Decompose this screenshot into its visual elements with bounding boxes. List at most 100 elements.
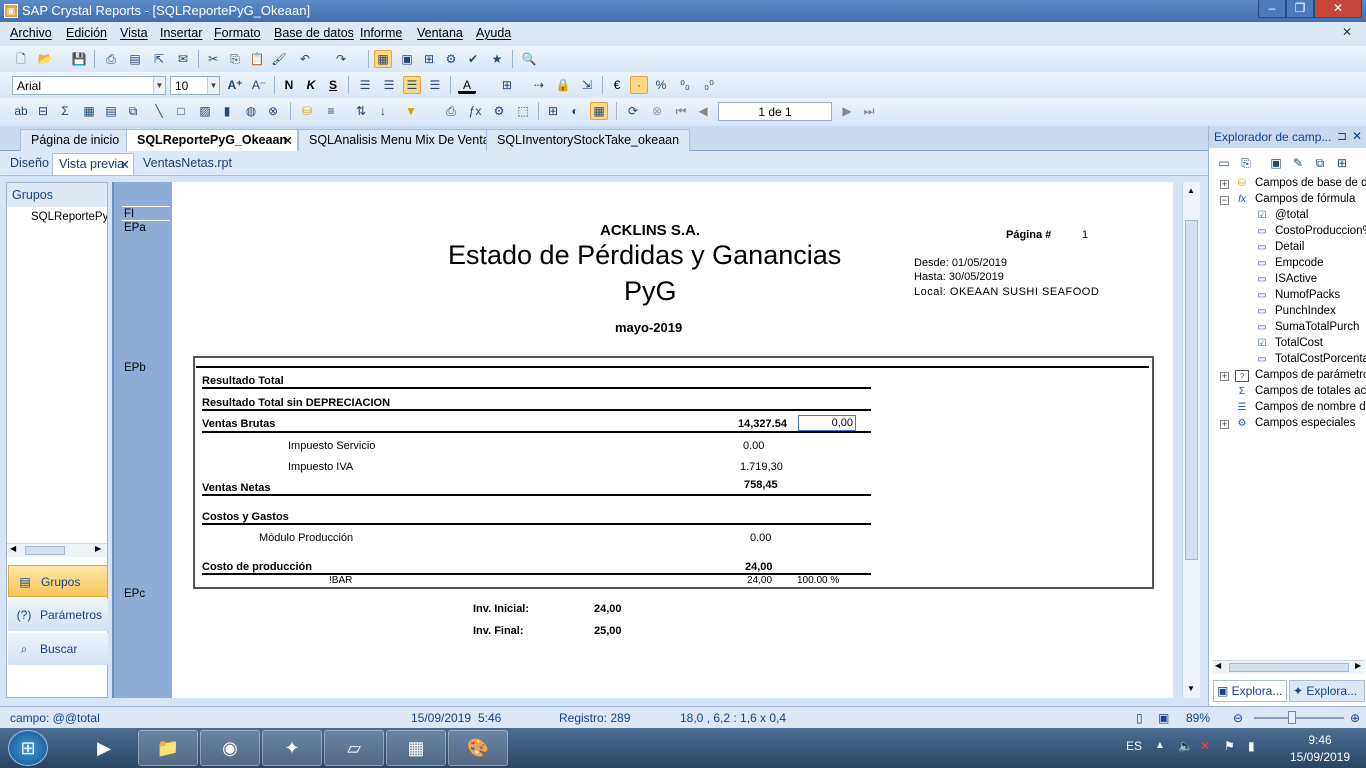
bold-icon[interactable]: N bbox=[280, 76, 298, 94]
lock-size-icon[interactable]: ⇲ bbox=[578, 76, 596, 94]
sort-expert-icon[interactable]: ⇅ bbox=[352, 102, 370, 120]
insert-subreport-icon[interactable]: ⧉ bbox=[124, 102, 142, 120]
close-tab-icon[interactable]: ✕ bbox=[283, 133, 293, 148]
tab-sqlinventory[interactable]: SQLInventoryStockTake_okeaan bbox=[486, 129, 691, 151]
align-left-icon[interactable]: ☰ bbox=[356, 76, 374, 94]
report-explorer-icon[interactable]: ⊞ bbox=[420, 50, 438, 68]
tree-group-name-fields[interactable]: ☰ Campos de nombre de bbox=[1209, 400, 1366, 416]
menu-formato[interactable]: Formato bbox=[214, 26, 261, 40]
tree-db-fields[interactable]: + ⛁ Campos de base de da bbox=[1209, 176, 1366, 192]
first-page-icon[interactable]: ⏮ bbox=[672, 102, 690, 120]
scroll-thumb[interactable] bbox=[1185, 220, 1198, 560]
insert-olap-icon[interactable]: ▤ bbox=[102, 102, 120, 120]
record-icon[interactable]: ▦ bbox=[590, 102, 608, 120]
nav-grupos-button[interactable]: ▤ Grupos bbox=[8, 565, 108, 597]
format-painter-icon[interactable]: 🖌 bbox=[270, 50, 288, 68]
italic-icon[interactable]: K bbox=[302, 76, 320, 94]
justify-icon[interactable]: ☰ bbox=[426, 76, 444, 94]
notepad-icon[interactable]: ▱ bbox=[324, 730, 384, 766]
two-page-icon[interactable]: ▣ bbox=[1158, 711, 1169, 725]
shrink-font-icon[interactable]: A⁻ bbox=[250, 76, 268, 94]
zoom-slider[interactable] bbox=[1254, 717, 1344, 719]
tree-field-total[interactable]: ☑ @total bbox=[1209, 208, 1366, 224]
tree-field-sumatotalpurch[interactable]: ▭ SumaTotalPurch bbox=[1209, 320, 1366, 336]
band-epb[interactable]: EPb bbox=[124, 362, 146, 374]
stop-icon[interactable]: ⊗ bbox=[648, 102, 666, 120]
zoom-in-icon[interactable]: ⊕ bbox=[1350, 711, 1360, 725]
mail-icon[interactable]: ✉ bbox=[174, 50, 192, 68]
save-icon[interactable]: 💾 bbox=[70, 50, 88, 68]
scroll-left-icon[interactable]: ◀ bbox=[10, 544, 16, 553]
cut-icon[interactable]: ✂ bbox=[204, 50, 222, 68]
insert-text-icon[interactable]: ab bbox=[12, 102, 30, 120]
print-preview-icon[interactable]: ▤ bbox=[126, 50, 144, 68]
firefox-icon[interactable]: ◉ bbox=[200, 730, 260, 766]
tree-field-costoproduccion[interactable]: ▭ CostoProduccion% bbox=[1209, 224, 1366, 240]
insert-crosstab-icon[interactable]: ▦ bbox=[80, 102, 98, 120]
signal-icon[interactable]: ▮ bbox=[1248, 739, 1255, 753]
thousands-icon[interactable]: · bbox=[630, 76, 648, 94]
calculator-icon[interactable]: ▦ bbox=[386, 730, 446, 766]
rename-icon[interactable]: ⊞ bbox=[1333, 154, 1351, 172]
nav-buscar-button[interactable]: ⌕ Buscar bbox=[8, 633, 108, 665]
tab-diseno[interactable]: Diseño bbox=[4, 153, 55, 175]
menu-informe[interactable]: Informe bbox=[360, 26, 402, 40]
tree-running-totals[interactable]: Σ Campos de totales acu bbox=[1209, 384, 1366, 400]
export-icon[interactable]: ⇱ bbox=[150, 50, 168, 68]
refresh-icon[interactable]: ⟳ bbox=[624, 102, 642, 120]
new-formula-icon[interactable]: ▣ bbox=[1267, 154, 1285, 172]
restore-button[interactable]: ❐ bbox=[1286, 0, 1314, 18]
insert-group-icon[interactable]: ⊟ bbox=[34, 102, 52, 120]
lock-format-icon[interactable]: 🔒 bbox=[554, 76, 572, 94]
section-expert-icon[interactable]: ⎙ bbox=[442, 102, 460, 120]
paste-icon[interactable]: 📋 bbox=[248, 50, 266, 68]
menu-ayuda[interactable]: Ayuda bbox=[476, 26, 511, 40]
minimize-button[interactable]: – bbox=[1258, 0, 1286, 18]
band-epc[interactable]: EPc bbox=[124, 588, 145, 600]
close-button[interactable]: ✕ bbox=[1314, 0, 1362, 18]
network-warning-icon[interactable]: ✕ bbox=[1200, 739, 1210, 753]
print-icon[interactable]: ⎙ bbox=[102, 50, 120, 68]
highlight-expert-icon[interactable]: ⬚ bbox=[514, 102, 532, 120]
grow-font-icon[interactable]: A⁺ bbox=[226, 76, 244, 94]
tree-field-isactive[interactable]: ▭ ISActive bbox=[1209, 272, 1366, 288]
insert-chart-icon[interactable]: ▮ bbox=[218, 102, 236, 120]
group-expert-icon[interactable]: ≡ bbox=[322, 102, 340, 120]
sort-order-icon[interactable]: ↓ bbox=[374, 102, 392, 120]
volume-icon[interactable]: 🔈 bbox=[1178, 739, 1193, 753]
workbench-icon[interactable]: ★ bbox=[488, 50, 506, 68]
clock-time[interactable]: 9:46 bbox=[1280, 733, 1360, 747]
scroll-down-icon[interactable]: ▼ bbox=[1187, 684, 1195, 693]
suppress-icon[interactable]: ⇢ bbox=[530, 76, 548, 94]
group-tree-item[interactable]: SQLReportePyG bbox=[31, 211, 107, 223]
menu-edicion[interactable]: Edición bbox=[66, 26, 107, 40]
vertical-scrollbar[interactable]: ▲ ▼ bbox=[1182, 182, 1200, 698]
align-center-icon[interactable]: ☰ bbox=[380, 76, 398, 94]
language-indicator[interactable]: ES bbox=[1126, 739, 1142, 753]
formula-workshop-icon[interactable]: ƒx bbox=[466, 102, 484, 120]
tree-field-detail[interactable]: ▭ Detail bbox=[1209, 240, 1366, 256]
insert-map-icon[interactable]: ◍ bbox=[242, 102, 260, 120]
browse-icon[interactable]: ⎘ bbox=[1237, 154, 1255, 172]
edit-icon[interactable]: ✎ bbox=[1289, 154, 1307, 172]
tab-pagina-de-inicio[interactable]: Página de inicio bbox=[20, 129, 131, 151]
redo-icon[interactable]: ↷ bbox=[332, 50, 350, 68]
menu-archivo[interactable]: Archivo bbox=[10, 26, 52, 40]
currency-icon[interactable]: € bbox=[608, 76, 626, 94]
prev-page-icon[interactable]: ◀ bbox=[694, 102, 712, 120]
increase-decimals-icon[interactable]: ₀⁰ bbox=[700, 76, 718, 94]
toolbox-icon[interactable]: ▦ bbox=[374, 50, 392, 68]
clock-date[interactable]: 15/09/2019 bbox=[1280, 750, 1360, 764]
database-expert-icon[interactable]: ⛁ bbox=[298, 102, 316, 120]
align-right-icon[interactable]: ☰ bbox=[403, 76, 421, 94]
pin-icon[interactable]: ⊐ bbox=[1337, 129, 1347, 143]
page-number-field[interactable]: 1 de 1 bbox=[718, 102, 832, 121]
repository-icon[interactable]: ⚙ bbox=[442, 50, 460, 68]
scroll-right-icon[interactable]: ▶ bbox=[95, 544, 101, 553]
mdi-close-icon[interactable]: ✕ bbox=[1342, 25, 1352, 39]
decrease-decimals-icon[interactable]: ⁰₀ bbox=[676, 76, 694, 94]
percent-icon[interactable]: % bbox=[652, 76, 670, 94]
selected-field-total[interactable]: 0,00 bbox=[798, 415, 856, 431]
underline-icon[interactable]: S bbox=[324, 76, 342, 94]
dependency-checker-icon[interactable]: ✔ bbox=[464, 50, 482, 68]
